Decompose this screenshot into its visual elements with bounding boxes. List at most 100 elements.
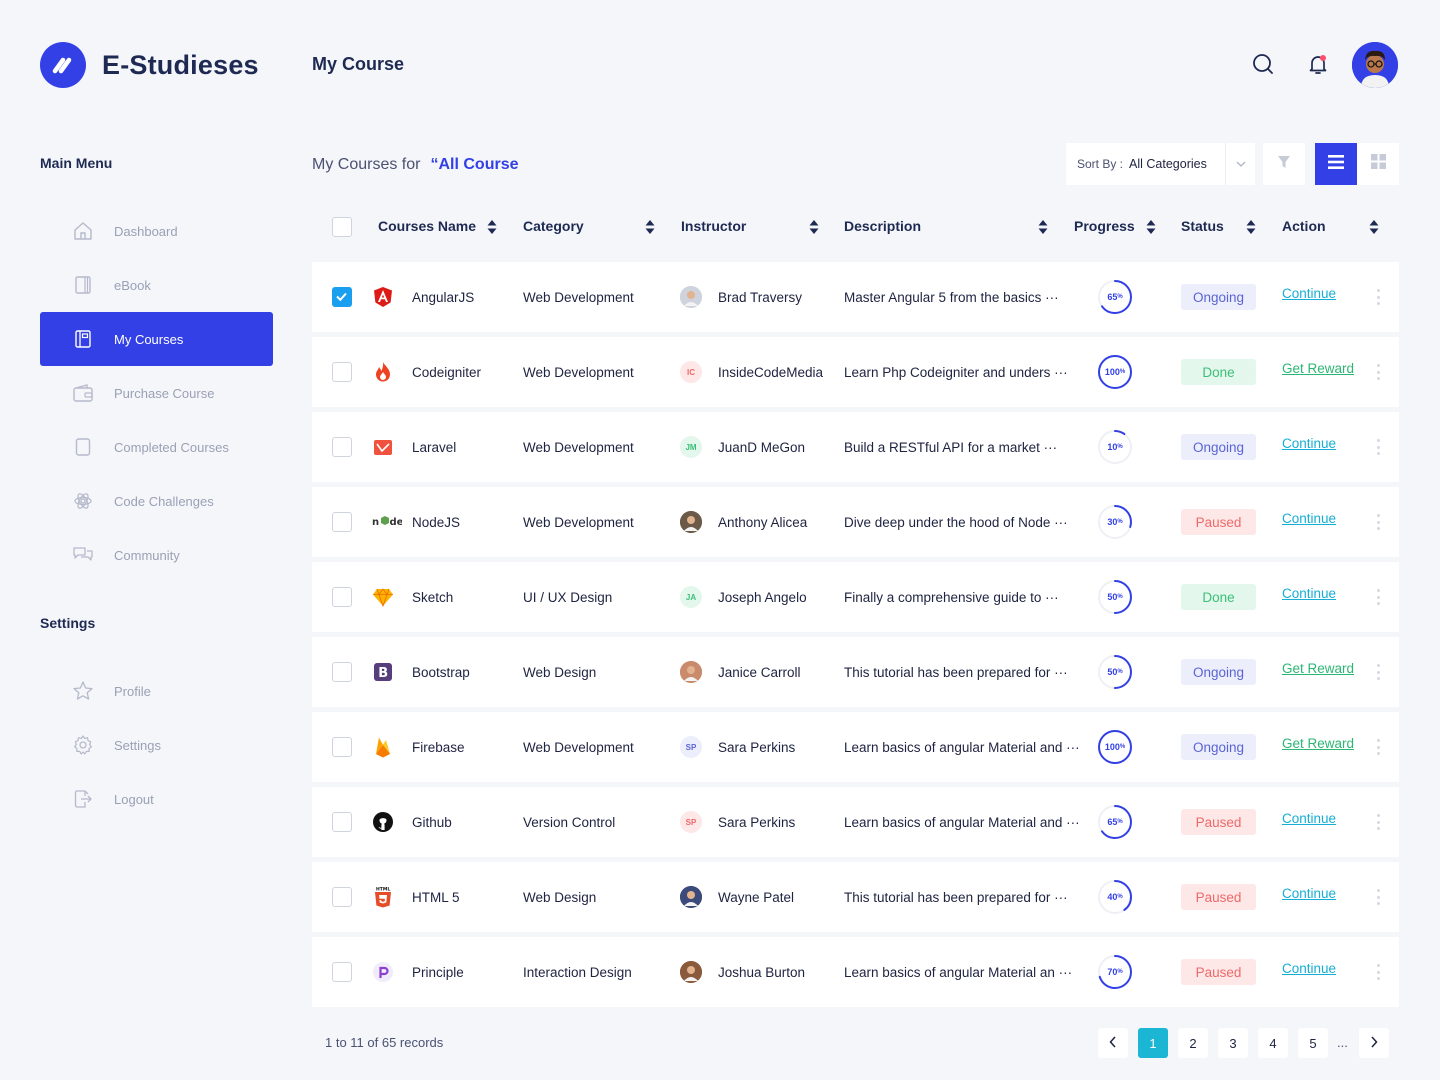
column-header-status[interactable]: Status [1181,218,1224,234]
table-row[interactable]: Laravel Web Development JM JuanD MeGon Build… [312,412,1399,482]
filter-button[interactable] [1263,143,1305,185]
sidebar-item-profile[interactable]: Profile [40,664,273,718]
row-action-link[interactable]: Get Reward [1282,661,1354,676]
sidebar-item-code-challenges[interactable]: Code Challenges [40,474,273,528]
sort-arrows-icon[interactable] [645,220,655,234]
row-checkbox[interactable] [332,812,352,832]
row-checkbox[interactable] [332,362,352,382]
table-row[interactable]: n de NodeJS Web Development Anthony Alicea Di… [312,487,1399,557]
table-row[interactable]: Firebase Web Development SP Sara Perkins Lea… [312,712,1399,782]
sort-arrows-icon[interactable] [1146,220,1156,234]
row-checkbox[interactable] [332,887,352,907]
column-header-name[interactable]: Courses Name [378,218,476,234]
more-options-icon[interactable] [1374,364,1382,380]
sort-arrows-icon[interactable] [487,220,497,234]
row-action-link[interactable]: Continue [1282,511,1336,526]
column-header-description[interactable]: Description [844,218,921,234]
page-button[interactable]: 1 [1138,1028,1168,1058]
course-name: Codeigniter [412,364,482,380]
row-action-link[interactable]: Continue [1282,436,1336,451]
row-action-link[interactable]: Continue [1282,886,1336,901]
page-button[interactable]: 5 [1298,1028,1328,1058]
sort-arrows-icon[interactable] [1246,220,1256,234]
settings-heading: Settings [40,615,96,631]
column-header-progress[interactable]: Progress [1074,218,1135,234]
table-row[interactable]: Codeigniter Web Development IC InsideCodeMe… [312,337,1399,407]
sort-dropdown[interactable]: Sort By : All Categories [1066,143,1255,185]
firebase-icon [372,736,394,758]
table-row[interactable]: Sketch UI / UX Design JA Joseph Angelo Final… [312,562,1399,632]
row-action-link[interactable]: Get Reward [1282,361,1354,376]
instructor-avatar: SP [680,811,702,833]
table-row[interactable]: AngularJS Web Development Brad Traversy Mas… [312,262,1399,332]
table-row[interactable]: Principle Interaction Design Joshua Burton… [312,937,1399,1007]
checkmark-icon [336,292,347,302]
next-page-button[interactable] [1359,1028,1389,1058]
row-action-link[interactable]: Get Reward [1282,736,1354,751]
more-options-icon[interactable] [1374,814,1382,830]
row-checkbox[interactable] [332,662,352,682]
row-checkbox[interactable] [332,287,352,307]
home-icon [72,220,94,242]
row-action-link[interactable]: Continue [1282,811,1336,826]
more-options-icon[interactable] [1374,889,1382,905]
sort-arrows-icon[interactable] [1369,220,1379,234]
grid-view-button[interactable] [1357,143,1399,185]
table-row[interactable]: B Bootstrap Web Design Janice Carroll This t… [312,637,1399,707]
course-name: Laravel [412,439,457,455]
sort-arrows-icon[interactable] [809,220,819,234]
column-header-instructor[interactable]: Instructor [681,218,746,234]
more-options-icon[interactable] [1374,514,1382,530]
course-category: Web Development [523,739,634,755]
logout-icon [72,788,94,810]
row-action-link[interactable]: Continue [1282,586,1336,601]
row-checkbox[interactable] [332,962,352,982]
bell-icon[interactable] [1306,52,1330,76]
page-button[interactable]: 2 [1178,1028,1208,1058]
page-button[interactable]: 3 [1218,1028,1248,1058]
instructor-avatar [680,511,702,533]
prev-page-button[interactable] [1098,1028,1128,1058]
sidebar-item-completed-courses[interactable]: Completed Courses [40,420,273,474]
sidebar-item-settings[interactable]: Settings [40,718,273,772]
more-options-icon[interactable] [1374,439,1382,455]
more-options-icon[interactable] [1374,589,1382,605]
more-options-icon[interactable] [1374,739,1382,755]
sidebar-item-logout[interactable]: Logout [40,772,273,826]
row-checkbox[interactable] [332,737,352,757]
row-checkbox[interactable] [332,587,352,607]
sidebar-item-dashboard[interactable]: Dashboard [40,204,273,258]
sidebar-item-community[interactable]: Community [40,528,273,582]
more-options-icon[interactable] [1374,289,1382,305]
row-action-link[interactable]: Continue [1282,286,1336,301]
more-options-icon[interactable] [1374,964,1382,980]
sidebar-item-label: Completed Courses [114,439,229,455]
sort-arrows-icon[interactable] [1038,220,1048,234]
sidebar-item-purchase-course[interactable]: Purchase Course [40,366,273,420]
select-all-checkbox[interactable] [332,217,352,237]
page-button[interactable]: 4 [1258,1028,1288,1058]
more-options-icon[interactable] [1374,664,1382,680]
list-view-button[interactable] [1315,143,1357,185]
sidebar-item-my-courses[interactable]: My Courses [40,312,273,366]
search-icon[interactable] [1251,52,1275,76]
sidebar-item-label: Purchase Course [114,385,215,401]
instructor-avatar: JM [680,436,702,458]
table-row[interactable]: HTML HTML 5 Web Design Wayne Patel This tuto… [312,862,1399,932]
course-name: Github [412,814,452,830]
course-name: Sketch [412,589,454,605]
course-description: Master Angular 5 from the basics ··· [844,289,1059,305]
row-checkbox[interactable] [332,437,352,457]
column-header-action[interactable]: Action [1282,218,1326,234]
course-description: Build a RESTful API for a market ··· [844,439,1058,455]
sidebar-item-ebook[interactable]: eBook [40,258,273,312]
sidebar-item-label: Community [114,547,180,563]
user-avatar[interactable] [1352,42,1398,88]
row-checkbox[interactable] [332,512,352,532]
progress-value: 70% [1107,967,1123,977]
table-row[interactable]: Github Version Control SP Sara Perkins Learn… [312,787,1399,857]
notebook-icon [72,328,94,350]
row-action-link[interactable]: Continue [1282,961,1336,976]
column-header-category[interactable]: Category [523,218,584,234]
app-logo[interactable]: E-Studieses [40,42,259,88]
